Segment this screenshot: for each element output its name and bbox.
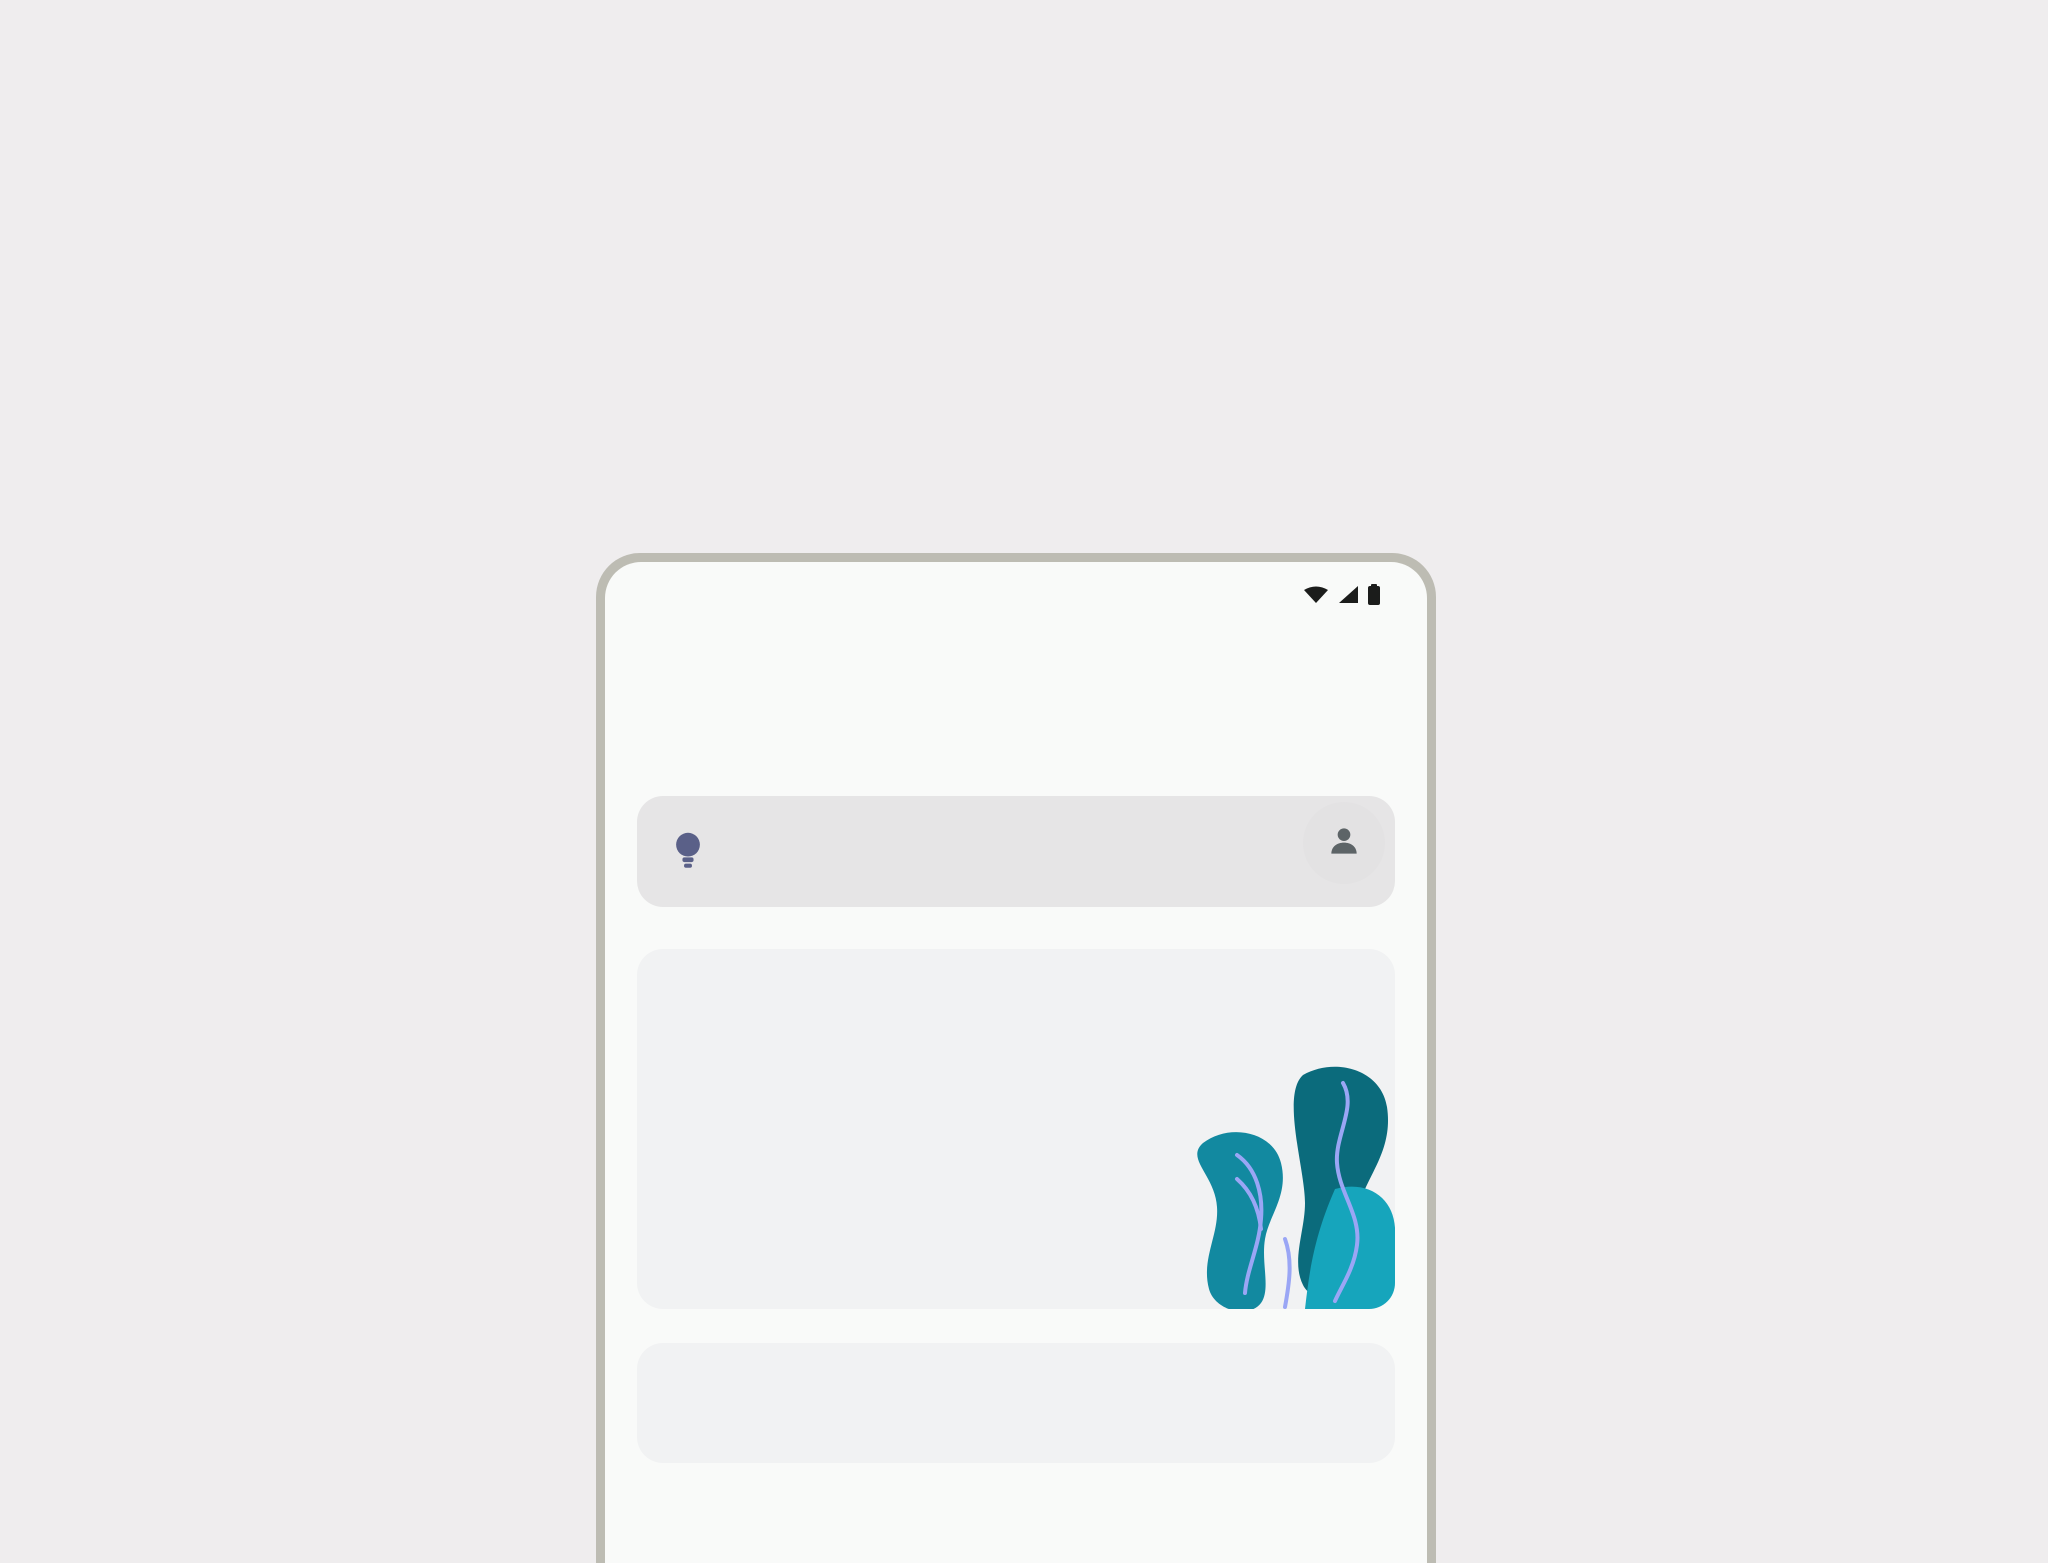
- plant-illustration: [1197, 1066, 1395, 1309]
- battery-icon: [1367, 583, 1381, 611]
- wifi-icon: [1303, 585, 1329, 610]
- next-card[interactable]: [637, 1343, 1395, 1463]
- status-icons: [1303, 583, 1381, 611]
- phone-screen: [605, 562, 1427, 1563]
- status-bar: [605, 562, 1427, 624]
- page-title: [605, 624, 1427, 752]
- color-swatch-grid: [115, 76, 1933, 84]
- phone-mockup: [596, 553, 1436, 1563]
- person-icon: [1325, 822, 1363, 865]
- lightbulb-icon: [669, 830, 707, 877]
- tip-card[interactable]: [637, 796, 1395, 907]
- signal-icon: [1337, 585, 1359, 610]
- avatar[interactable]: [1303, 802, 1385, 884]
- room-card[interactable]: [637, 949, 1395, 1309]
